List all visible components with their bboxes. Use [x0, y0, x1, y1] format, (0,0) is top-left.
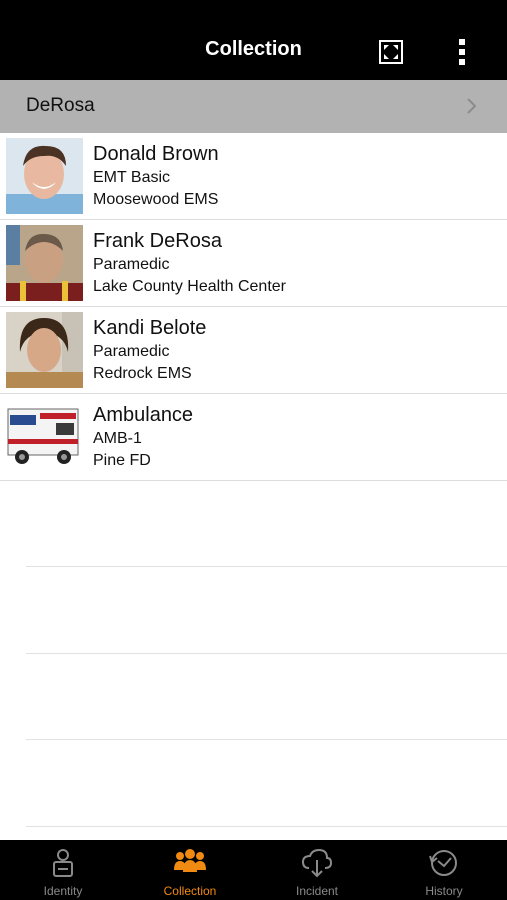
- item-name: Frank DeRosa: [93, 230, 222, 252]
- item-organization: Pine FD: [93, 452, 151, 469]
- collection-list: Donald Brown EMT Basic Moosewood EMS Fra…: [0, 133, 507, 481]
- vehicle-image: [6, 399, 83, 475]
- item-name: Kandi Belote: [93, 317, 207, 339]
- clock-history-icon: [429, 850, 457, 876]
- empty-row-divider: [26, 653, 507, 654]
- empty-row-divider: [26, 826, 507, 827]
- group-header-label: DeRosa: [26, 95, 95, 116]
- tab-collection[interactable]: Collection: [127, 840, 253, 900]
- list-item[interactable]: Ambulance AMB-1 Pine FD: [0, 394, 507, 481]
- navigation-bar: Collection: [0, 0, 507, 80]
- id-badge-icon: [53, 849, 73, 877]
- item-name: Donald Brown: [93, 143, 219, 165]
- item-name: Ambulance: [93, 404, 194, 426]
- chevron-right-icon: [467, 98, 477, 114]
- item-role: Paramedic: [93, 343, 170, 360]
- tab-bar: Identity Collection Incident History: [0, 840, 507, 900]
- expand-button[interactable]: [375, 36, 407, 68]
- list-item[interactable]: Donald Brown EMT Basic Moosewood EMS: [0, 133, 507, 220]
- avatar: [6, 312, 83, 388]
- tab-history[interactable]: History: [381, 840, 507, 900]
- expand-icon: [379, 40, 403, 64]
- item-organization: Lake County Health Center: [93, 278, 286, 295]
- empty-row-divider: [26, 739, 507, 740]
- empty-row-divider: [26, 566, 507, 567]
- avatar: [6, 138, 83, 214]
- list-item[interactable]: Frank DeRosa Paramedic Lake County Healt…: [0, 220, 507, 307]
- cloud-download-icon: [301, 848, 333, 878]
- page-title: Collection: [205, 38, 302, 60]
- group-header-row[interactable]: DeRosa: [0, 80, 507, 133]
- tab-label: Incident: [295, 884, 339, 898]
- tab-label: Collection: [163, 884, 217, 898]
- tab-label: History: [425, 884, 463, 898]
- tab-identity[interactable]: Identity: [0, 840, 126, 900]
- item-organization: Moosewood EMS: [93, 191, 219, 208]
- item-role: EMT Basic: [93, 169, 171, 186]
- item-organization: Redrock EMS: [93, 365, 192, 382]
- more-options-button[interactable]: [446, 36, 478, 68]
- people-group-icon: [174, 849, 206, 872]
- avatar: [6, 225, 83, 301]
- tab-label: Identity: [43, 884, 83, 898]
- tab-incident[interactable]: Incident: [254, 840, 380, 900]
- item-role: AMB-1: [93, 430, 142, 447]
- more-vertical-icon: [459, 39, 465, 65]
- item-role: Paramedic: [93, 256, 170, 273]
- list-item[interactable]: Kandi Belote Paramedic Redrock EMS: [0, 307, 507, 394]
